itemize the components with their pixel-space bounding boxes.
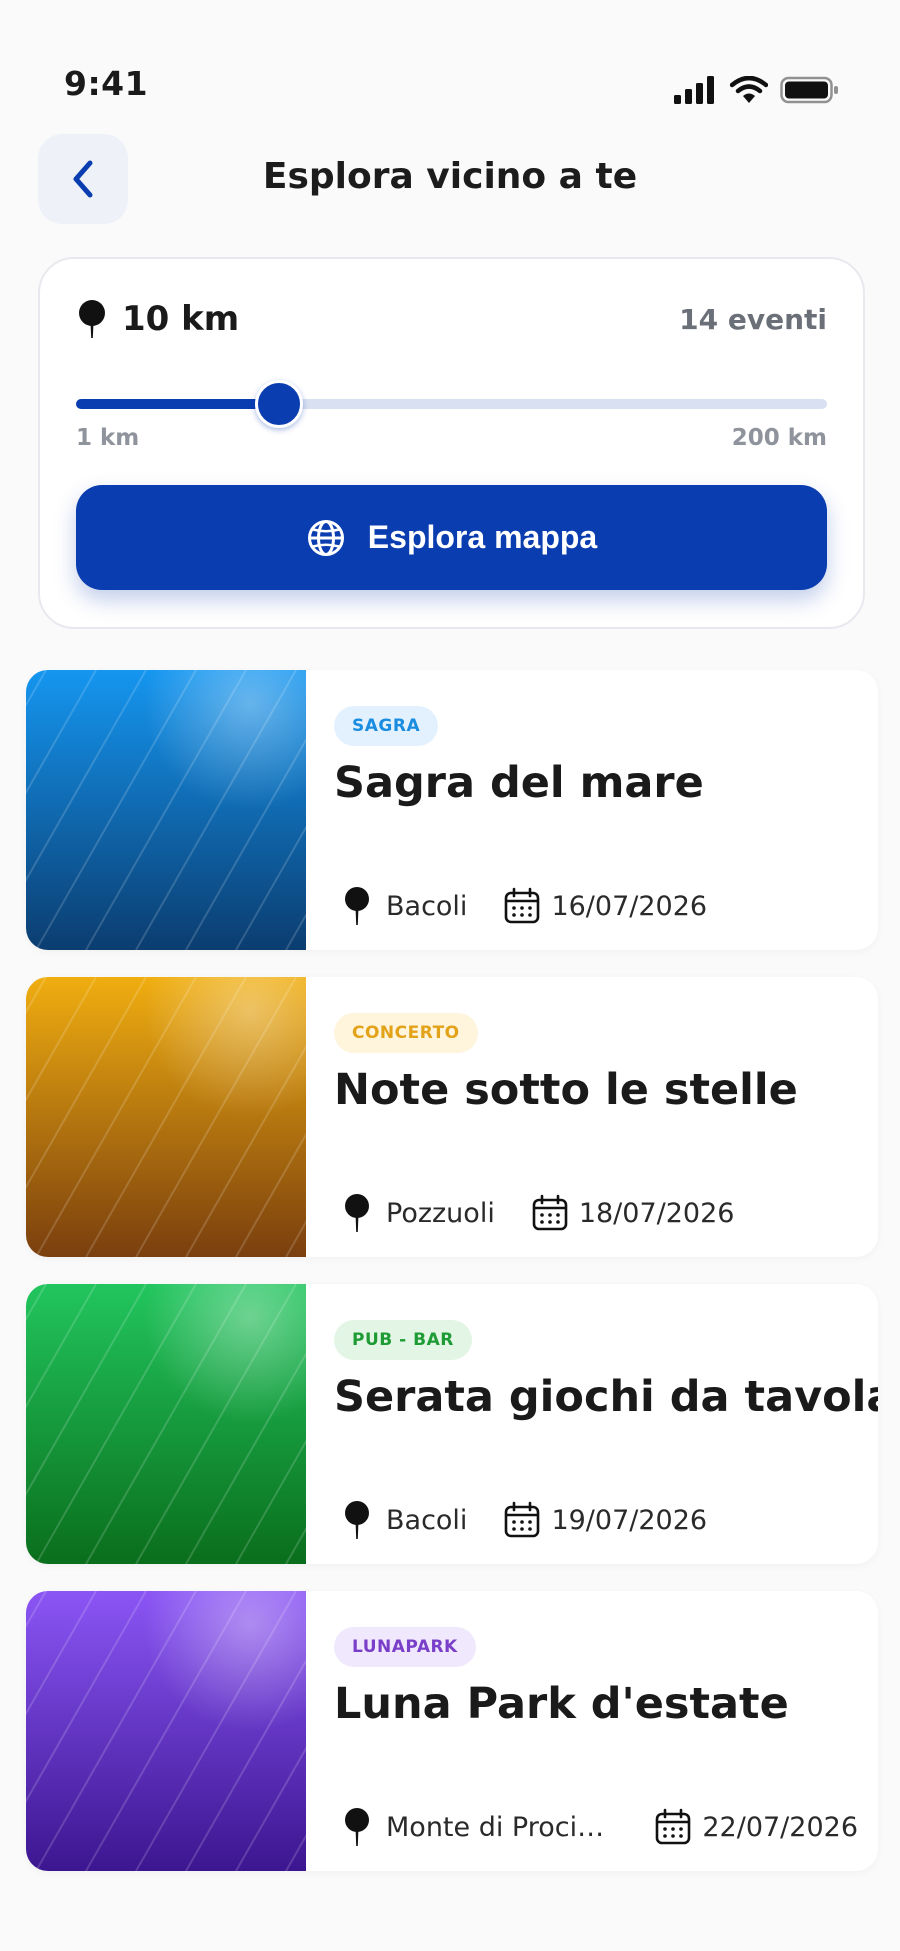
event-date-text: 19/07/2026 xyxy=(551,1504,708,1536)
event-date: 18/07/2026 xyxy=(531,1194,735,1232)
category-badge: CONCERTO xyxy=(334,1013,478,1053)
wifi-icon xyxy=(730,76,768,103)
event-thumbnail xyxy=(26,1591,306,1871)
event-location-text: Bacoli xyxy=(386,890,468,922)
slider-fill xyxy=(76,399,279,409)
pin-icon xyxy=(345,1194,369,1232)
pin-icon xyxy=(345,1808,369,1846)
event-title: Note sotto le stelle xyxy=(334,1065,798,1115)
event-card[interactable]: LUNAPARK Luna Park d'estate Monte di Pro… xyxy=(26,1591,878,1871)
event-body: CONCERTO Note sotto le stelle Pozzuoli 1… xyxy=(334,977,858,1257)
event-date-text: 18/07/2026 xyxy=(578,1197,735,1229)
radius-slider[interactable] xyxy=(76,380,827,428)
event-meta: Bacoli 19/07/2026 xyxy=(342,1498,858,1542)
event-count: 14 eventi xyxy=(679,302,827,336)
calendar-icon xyxy=(505,1501,540,1538)
cellular-signal-icon xyxy=(674,76,714,104)
category-badge: PUB - BAR xyxy=(334,1320,472,1360)
slider-max-label: 200 km xyxy=(731,425,827,451)
event-date: 22/07/2026 xyxy=(654,1808,858,1846)
event-location: Pozzuoli xyxy=(342,1193,495,1233)
event-location-text: Monte di Proci… xyxy=(386,1811,605,1843)
event-meta: Pozzuoli 18/07/2026 xyxy=(342,1191,858,1235)
slider-labels: 1 km 200 km xyxy=(76,425,827,451)
event-date-text: 16/07/2026 xyxy=(551,890,708,922)
event-location: Monte di Proci… xyxy=(342,1807,604,1847)
event-card[interactable]: CONCERTO Note sotto le stelle Pozzuoli 1… xyxy=(26,977,878,1257)
status-time: 9:41 xyxy=(64,64,149,103)
event-thumbnail xyxy=(26,977,306,1257)
explore-map-button[interactable]: Esplora mappa xyxy=(76,485,827,590)
event-body: SAGRA Sagra del mare Bacoli 16/07/2026 xyxy=(334,670,858,950)
event-meta: Bacoli 16/07/2026 xyxy=(342,884,858,928)
event-location-text: Bacoli xyxy=(386,1504,468,1536)
radius-card: 10 km 14 eventi 1 km 200 km Esplora mapp… xyxy=(38,257,865,629)
radius-row: 10 km 14 eventi xyxy=(76,297,827,341)
slider-min-label: 1 km xyxy=(76,425,140,451)
event-title: Sagra del mare xyxy=(334,758,704,808)
calendar-icon xyxy=(532,1194,568,1231)
battery-icon xyxy=(780,76,838,104)
event-card[interactable]: SAGRA Sagra del mare Bacoli 16/07/2026 xyxy=(26,670,878,950)
radius-info: 10 km xyxy=(76,299,239,339)
event-date: 19/07/2026 xyxy=(503,1501,707,1539)
status-icons xyxy=(674,76,840,104)
calendar-icon xyxy=(505,887,540,924)
event-meta: Monte di Proci… 22/07/2026 xyxy=(342,1805,858,1849)
event-title: Luna Park d'estate xyxy=(334,1679,789,1729)
pin-icon xyxy=(345,887,369,925)
globe-icon xyxy=(307,519,344,556)
radius-value: 10 km xyxy=(122,299,240,339)
category-badge: LUNAPARK xyxy=(334,1627,476,1667)
event-thumbnail xyxy=(26,1284,306,1564)
event-body: LUNAPARK Luna Park d'estate Monte di Pro… xyxy=(334,1591,858,1871)
page-title: Esplora vicino a te xyxy=(262,156,638,197)
calendar-icon xyxy=(656,1808,691,1845)
event-body: PUB - BAR Serata giochi da tavola Bacoli xyxy=(334,1284,878,1564)
event-date: 16/07/2026 xyxy=(503,887,707,925)
status-bar: 9:41 xyxy=(0,0,900,110)
thumbnail-stripes xyxy=(26,1591,306,1871)
event-location: Bacoli xyxy=(342,1500,467,1540)
event-location-text: Pozzuoli xyxy=(386,1197,495,1229)
event-thumbnail xyxy=(26,670,306,950)
explore-map-label: Esplora mappa xyxy=(367,519,598,555)
event-location: Bacoli xyxy=(342,886,467,926)
thumbnail-stripes xyxy=(26,670,306,950)
header: Esplora vicino a te xyxy=(0,134,900,224)
slider-thumb[interactable] xyxy=(254,380,303,428)
thumbnail-stripes xyxy=(26,1284,306,1564)
pin-icon xyxy=(345,1501,369,1539)
event-title: Serata giochi da tavola xyxy=(334,1372,878,1422)
thumbnail-stripes xyxy=(26,977,306,1257)
event-card[interactable]: PUB - BAR Serata giochi da tavola Bacoli xyxy=(26,1284,878,1564)
event-date-text: 22/07/2026 xyxy=(702,1811,858,1843)
pin-icon xyxy=(79,300,105,338)
category-badge: SAGRA xyxy=(334,706,439,746)
